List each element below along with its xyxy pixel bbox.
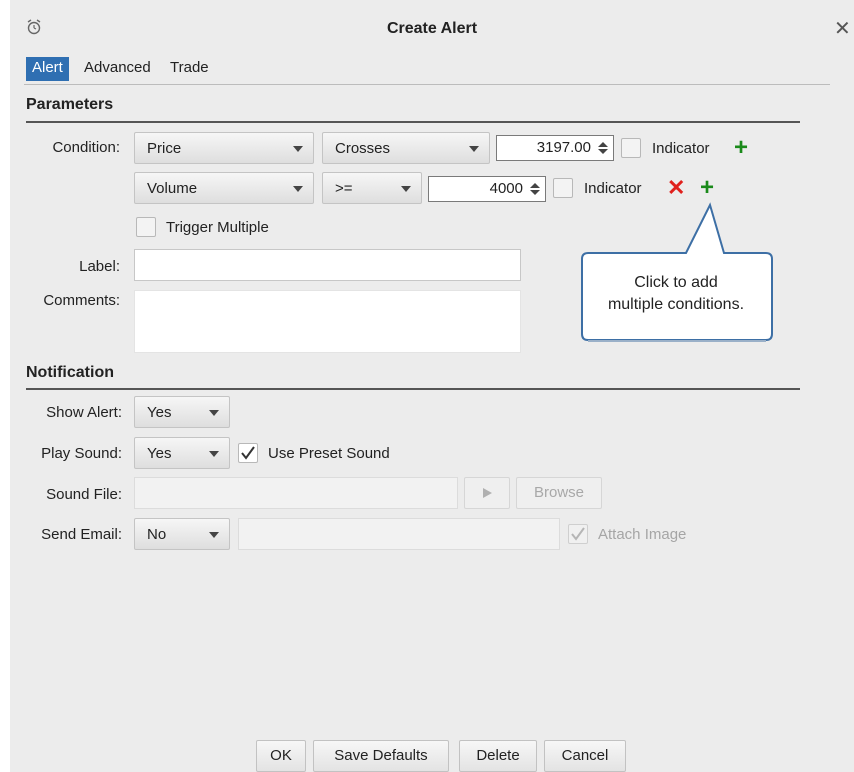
condition-field-value-2: Volume (147, 180, 198, 197)
sound-file-label: Sound File: (46, 486, 122, 503)
add-condition-plus-icon-2[interactable]: + (700, 176, 714, 200)
callout-line-2: multiple conditions. (607, 296, 745, 313)
spinner-arrows-icon[interactable] (529, 181, 541, 197)
chevron-down-icon (401, 186, 411, 192)
condition-value-stepper-2[interactable]: 4000 (428, 176, 546, 202)
delete-button[interactable]: Delete (459, 740, 537, 772)
tab-divider (24, 84, 830, 85)
condition-operator-value-1: Crosses (335, 140, 391, 157)
trigger-multiple-label: Trigger Multiple (166, 219, 269, 236)
chevron-down-icon (209, 532, 219, 538)
spinner-arrows-icon[interactable] (597, 140, 609, 156)
condition-value-stepper-1[interactable]: 3197.00 (496, 135, 614, 161)
show-alert-label: Show Alert: (46, 404, 122, 421)
sound-file-input[interactable] (134, 477, 458, 509)
tab-alert[interactable]: Alert (26, 57, 69, 81)
remove-condition-x-icon[interactable]: ✕ (667, 177, 685, 199)
indicator-label-2: Indicator (584, 180, 642, 197)
play-icon (483, 488, 492, 498)
left-margin (0, 0, 8, 772)
send-email-value: No (147, 526, 167, 543)
play-sound-button[interactable] (464, 477, 510, 509)
condition-value-2: 4000 (489, 180, 523, 197)
indicator-label-1: Indicator (652, 140, 710, 157)
window-title: Create Alert (386, 20, 478, 37)
play-sound-label: Play Sound: (41, 445, 122, 462)
create-alert-window (10, 0, 854, 772)
show-alert-select[interactable]: Yes (134, 396, 230, 428)
comments-textarea[interactable] (134, 290, 521, 353)
title-bar: Create Alert ✕ (10, 0, 854, 52)
cancel-button[interactable]: Cancel (544, 740, 626, 772)
add-condition-plus-icon-1[interactable]: + (734, 136, 748, 160)
browse-button[interactable]: Browse (516, 477, 602, 509)
chevron-down-icon (209, 451, 219, 457)
condition-label: Condition: (52, 139, 120, 156)
email-address-input[interactable] (238, 518, 560, 550)
condition-operator-value-2: >= (335, 180, 353, 197)
callout-line-1: Click to add (634, 274, 718, 291)
chevron-down-icon (209, 410, 219, 416)
ok-button[interactable]: OK (256, 740, 306, 772)
comments-label: Comments: (43, 292, 120, 309)
play-sound-value: Yes (147, 445, 172, 462)
label-input[interactable] (134, 249, 521, 281)
close-icon[interactable]: ✕ (834, 16, 851, 41)
attach-image-checkbox[interactable] (568, 524, 588, 544)
chevron-down-icon (469, 146, 479, 152)
indicator-checkbox-1[interactable] (621, 138, 641, 158)
use-preset-sound-checkbox[interactable] (238, 443, 258, 463)
save-defaults-button[interactable]: Save Defaults (313, 740, 449, 772)
send-email-select[interactable]: No (134, 518, 230, 550)
label-field-label: Label: (79, 258, 120, 275)
trigger-multiple-checkbox[interactable] (136, 217, 156, 237)
parameters-rule (26, 121, 800, 123)
condition-field-select-1[interactable]: Price (134, 132, 314, 164)
notification-heading: Notification (26, 364, 114, 381)
tab-advanced[interactable]: Advanced (78, 57, 157, 81)
callout-text: Click to add multiple conditions. (580, 272, 772, 316)
condition-field-select-2[interactable]: Volume (134, 172, 314, 204)
checkmark-icon (241, 446, 255, 460)
tab-trade[interactable]: Trade (164, 57, 215, 81)
condition-operator-select-1[interactable]: Crosses (322, 132, 490, 164)
chevron-down-icon (293, 146, 303, 152)
parameters-heading: Parameters (26, 96, 114, 113)
show-alert-value: Yes (147, 404, 172, 421)
chevron-down-icon (293, 186, 303, 192)
checkmark-icon (571, 527, 585, 541)
indicator-checkbox-2[interactable] (553, 178, 573, 198)
play-sound-select[interactable]: Yes (134, 437, 230, 469)
condition-operator-select-2[interactable]: >= (322, 172, 422, 204)
condition-field-value-1: Price (147, 140, 182, 157)
use-preset-sound-label: Use Preset Sound (268, 445, 390, 462)
notification-rule (26, 388, 800, 390)
condition-value-1: 3197.00 (536, 139, 591, 156)
send-email-label: Send Email: (41, 526, 122, 543)
attach-image-label: Attach Image (598, 526, 687, 543)
